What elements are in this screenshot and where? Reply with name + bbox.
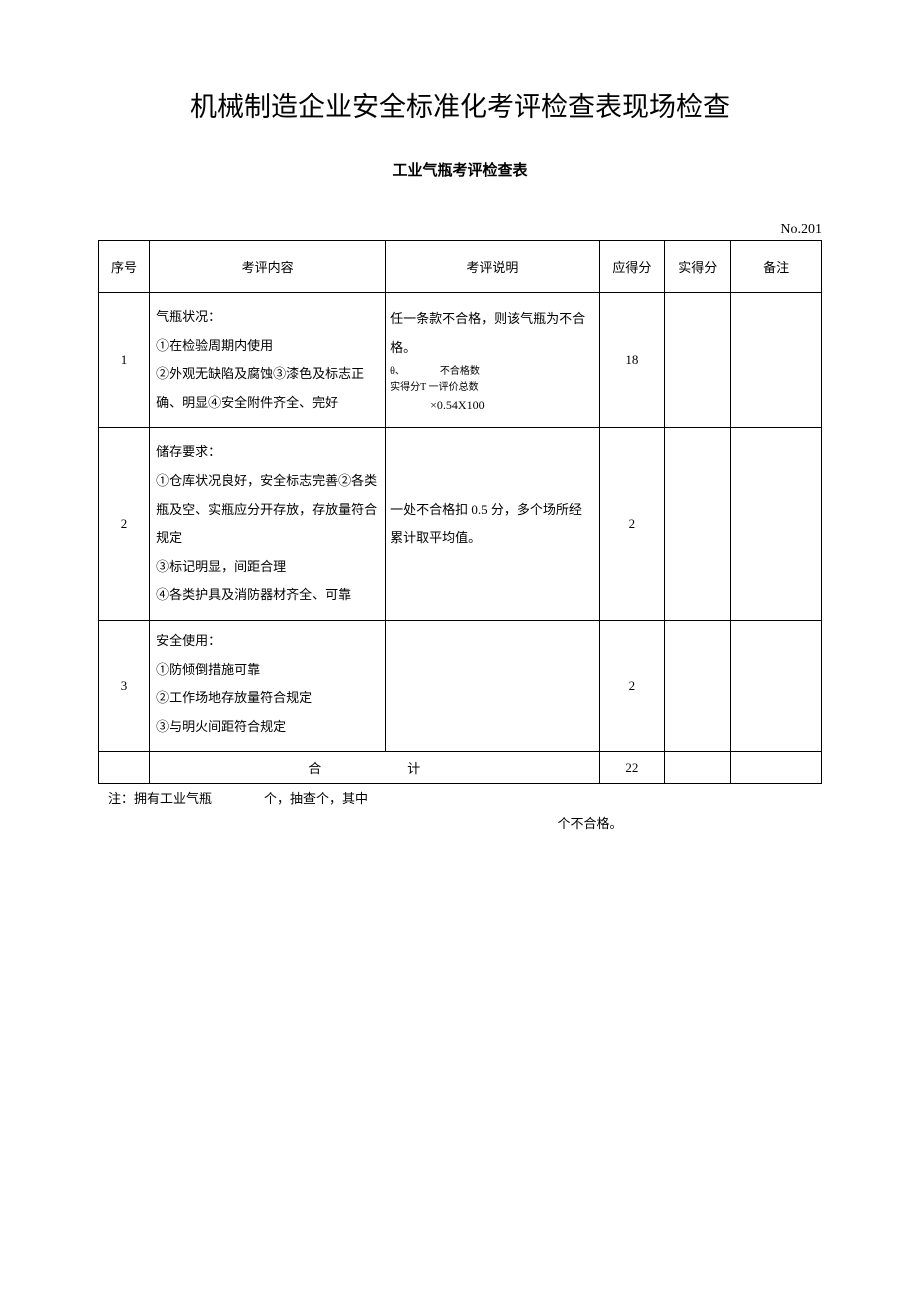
desc-formula-top: θ、 不合格数 [390, 364, 594, 380]
table-total-row: 合 计 22 [99, 752, 822, 784]
header-seq: 序号 [99, 241, 150, 293]
total-remark [731, 752, 822, 784]
table-header-row: 序号 考评内容 考评说明 应得分 实得分 备注 [99, 241, 822, 293]
page-subtitle: 工业气瓶考评检查表 [98, 159, 822, 180]
cell-score-actual [665, 428, 731, 621]
total-score-actual [665, 752, 731, 784]
cell-content: 安全使用： ①防倾倒措施可靠 ②工作场地存放量符合规定 ③与明火间距符合规定 [150, 620, 386, 751]
header-content: 考评内容 [150, 241, 386, 293]
cell-remark [731, 428, 822, 621]
total-blank [99, 752, 150, 784]
cell-score-due: 18 [599, 293, 665, 428]
page-title: 机械制造企业安全标准化考评检查表现场检查 [98, 85, 822, 124]
inspection-table: 序号 考评内容 考评说明 应得分 实得分 备注 1 气瓶状况： ①在检验周期内使… [98, 240, 822, 784]
total-score-due: 22 [599, 752, 665, 784]
desc-formula-mid: 实得分T 一评价总数 [390, 380, 594, 396]
cell-score-actual [665, 620, 731, 751]
desc-formula-bot: ×0.54X100 [390, 396, 594, 415]
table-row: 1 气瓶状况： ①在检验周期内使用 ②外观无缺陷及腐蚀③漆色及标志正确、明显④安… [99, 293, 822, 428]
cell-desc [386, 620, 599, 751]
header-desc: 考评说明 [386, 241, 599, 293]
table-number: No.201 [98, 222, 822, 238]
cell-seq: 2 [99, 428, 150, 621]
table-row: 3 安全使用： ①防倾倒措施可靠 ②工作场地存放量符合规定 ③与明火间距符合规定… [99, 620, 822, 751]
cell-content: 储存要求： ①仓库状况良好，安全标志完善②各类瓶及空、实瓶应分开存放，存放量符合… [150, 428, 386, 621]
cell-content: 气瓶状况： ①在检验周期内使用 ②外观无缺陷及腐蚀③漆色及标志正确、明显④安全附… [150, 293, 386, 428]
cell-remark [731, 293, 822, 428]
footnote-line1: 注：拥有工业气瓶 个，抽查个，其中 [98, 788, 822, 807]
cell-desc: 一处不合格扣 0.5 分，多个场所经累计取平均值。 [386, 428, 599, 621]
cell-seq: 1 [99, 293, 150, 428]
desc-main-text: 任一条款不合格，则该气瓶为不合格。 [390, 311, 585, 355]
header-remark: 备注 [731, 241, 822, 293]
table-row: 2 储存要求： ①仓库状况良好，安全标志完善②各类瓶及空、实瓶应分开存放，存放量… [99, 428, 822, 621]
cell-remark [731, 620, 822, 751]
cell-score-due: 2 [599, 620, 665, 751]
cell-seq: 3 [99, 620, 150, 751]
cell-score-due: 2 [599, 428, 665, 621]
header-score-due: 应得分 [599, 241, 665, 293]
total-label: 合 计 [150, 752, 599, 784]
cell-desc: 任一条款不合格，则该气瓶为不合格。 θ、 不合格数 实得分T 一评价总数 ×0.… [386, 293, 599, 428]
header-score-actual: 实得分 [665, 241, 731, 293]
cell-score-actual [665, 293, 731, 428]
footnote-line2: 个不合格。 [98, 813, 822, 832]
